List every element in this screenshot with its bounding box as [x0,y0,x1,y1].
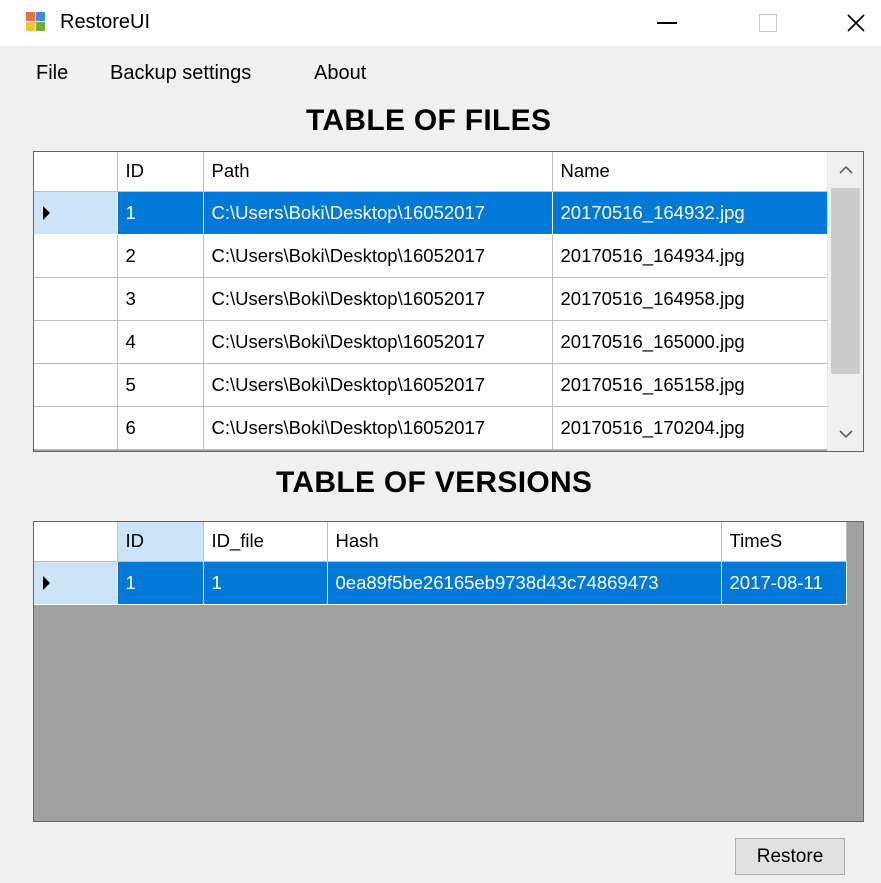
file-path-cell[interactable]: C:\Users\Boki\Desktop\16052017 [203,234,553,278]
version-times-cell[interactable]: 2017-08-11 [721,561,847,605]
versions-grid[interactable]: ID ID_file Hash TimeS 1 1 0ea89f5be26165… [33,521,864,822]
menu-file[interactable]: File [36,62,68,85]
files-table-row[interactable]: 3 C:\Users\Boki\Desktop\16052017 2017051… [34,277,834,321]
files-column-header-path[interactable]: Path [203,152,553,192]
row-pointer-icon [43,205,50,220]
versions-corner-header [34,522,118,562]
file-id-cell[interactable]: 3 [117,277,204,321]
menu-backup-settings[interactable]: Backup settings [110,62,251,85]
file-path-cell[interactable]: C:\Users\Boki\Desktop\16052017 [203,406,553,450]
file-id-cell[interactable]: 5 [117,363,204,407]
row-selector[interactable] [34,561,118,605]
row-selector[interactable] [34,277,118,321]
file-id-cell[interactable]: 1 [117,191,204,235]
row-selector[interactable] [34,406,118,450]
files-column-header-name[interactable]: Name [552,152,834,192]
file-path-cell[interactable]: C:\Users\Boki\Desktop\16052017 [203,363,553,407]
files-corner-header [34,152,118,192]
file-path-cell[interactable]: C:\Users\Boki\Desktop\16052017 [203,277,553,321]
menu-bar: File Backup settings About [0,62,881,92]
version-id-file-cell[interactable]: 1 [203,561,328,605]
files-column-header-id[interactable]: ID [117,152,204,192]
versions-column-header-times[interactable]: TimeS [721,522,847,562]
row-selector[interactable] [34,363,118,407]
scroll-up-button[interactable] [828,152,863,186]
version-id-cell[interactable]: 1 [117,561,204,605]
minimize-icon [657,22,677,24]
files-vertical-scrollbar[interactable] [827,152,863,451]
versions-column-header-id[interactable]: ID [117,522,204,562]
files-table-row[interactable]: 6 C:\Users\Boki\Desktop\16052017 2017051… [34,406,834,450]
versions-column-header-hash[interactable]: Hash [327,522,722,562]
version-hash-cell[interactable]: 0ea89f5be26165eb9738d43c74869473 [327,561,722,605]
file-name-cell[interactable]: 20170516_165158.jpg [552,363,834,407]
row-selector[interactable] [34,234,118,278]
file-name-cell[interactable]: 20170516_170204.jpg [552,406,834,450]
files-table-row[interactable]: 1 C:\Users\Boki\Desktop\16052017 2017051… [34,191,834,235]
scroll-down-button[interactable] [828,417,863,451]
minimize-button[interactable] [637,0,697,46]
file-name-cell[interactable]: 20170516_164932.jpg [552,191,834,235]
files-table-row[interactable]: 2 C:\Users\Boki\Desktop\16052017 2017051… [34,234,834,278]
chevron-down-icon [838,429,853,438]
close-button[interactable] [826,0,881,46]
row-pointer-icon [43,575,50,590]
scroll-thumb[interactable] [831,188,860,374]
maximize-icon [759,14,777,32]
chevron-up-icon [838,165,853,174]
file-id-cell[interactable]: 2 [117,234,204,278]
close-icon [847,14,865,32]
files-grid[interactable]: ID Path Name 1 C:\Users\Boki\Desktop\160… [33,151,864,452]
versions-section-title: TABLE OF VERSIONS [276,466,593,499]
file-name-cell[interactable]: 20170516_165000.jpg [552,320,834,364]
versions-table-row[interactable]: 1 1 0ea89f5be26165eb9738d43c74869473 201… [34,561,847,605]
file-path-cell[interactable]: C:\Users\Boki\Desktop\16052017 [203,191,553,235]
row-selector[interactable] [34,320,118,364]
app-window-icon [26,12,46,32]
files-section-title: TABLE OF FILES [306,104,552,137]
file-name-cell[interactable]: 20170516_164958.jpg [552,277,834,321]
window-title: RestoreUI [60,11,151,33]
maximize-button[interactable] [738,0,798,46]
row-selector[interactable] [34,191,118,235]
file-path-cell[interactable]: C:\Users\Boki\Desktop\16052017 [203,320,553,364]
file-id-cell[interactable]: 6 [117,406,204,450]
restore-button[interactable]: Restore [735,838,845,875]
files-table-row[interactable]: 4 C:\Users\Boki\Desktop\16052017 2017051… [34,320,834,364]
files-table-row[interactable]: 5 C:\Users\Boki\Desktop\16052017 2017051… [34,363,834,407]
file-id-cell[interactable]: 4 [117,320,204,364]
versions-column-header-id-file[interactable]: ID_file [203,522,328,562]
title-bar: RestoreUI [0,0,881,46]
file-name-cell[interactable]: 20170516_164934.jpg [552,234,834,278]
menu-about[interactable]: About [314,62,366,85]
